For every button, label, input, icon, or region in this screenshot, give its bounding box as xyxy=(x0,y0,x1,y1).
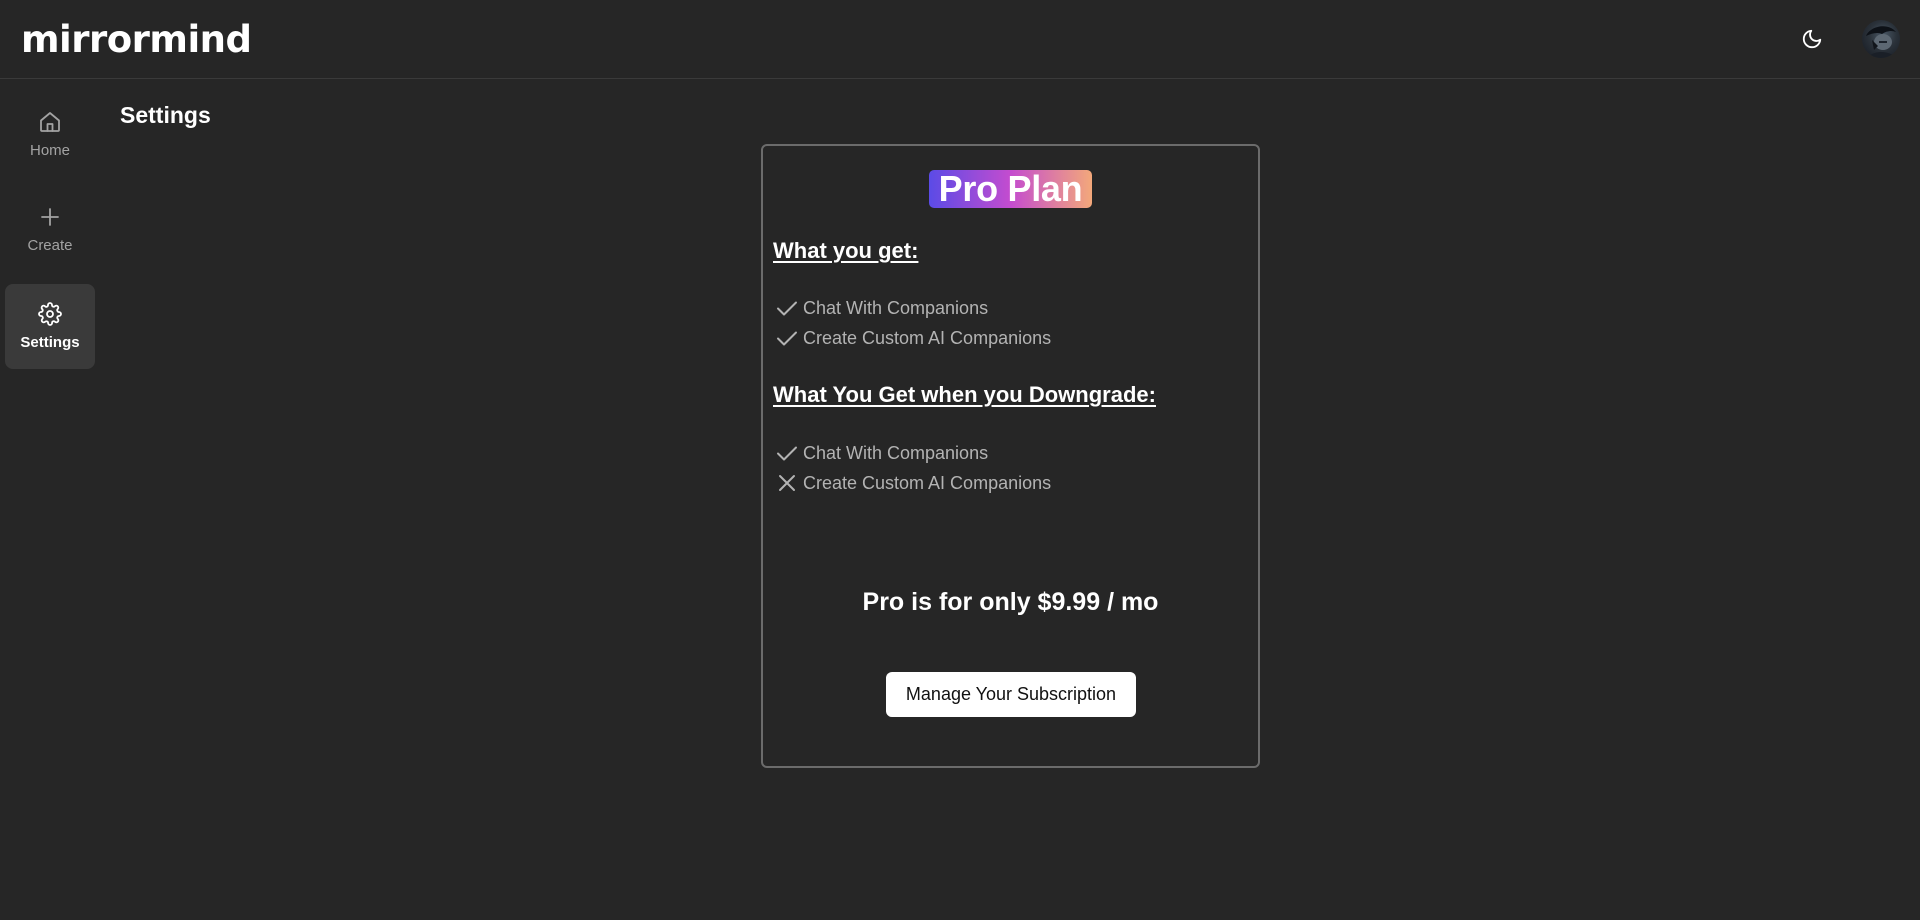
sidebar-item-label: Home xyxy=(29,142,70,159)
theme-toggle-button[interactable] xyxy=(1794,21,1830,57)
feature-item: Create Custom AI Companions xyxy=(775,326,1051,350)
top-bar: mirrormind xyxy=(0,0,1920,79)
sidebar-item-settings[interactable]: Settings xyxy=(5,284,95,369)
sidebar-item-home[interactable]: Home xyxy=(5,92,95,177)
page-title: Settings xyxy=(120,102,211,128)
plus-icon xyxy=(41,208,59,226)
downgrade-heading: What You Get when you Downgrade: xyxy=(773,382,1156,407)
sidebar-item-label: Create xyxy=(27,237,73,254)
sidebar: Home Create Settings xyxy=(0,80,100,920)
check-icon xyxy=(777,446,797,461)
feature-item: Chat With Companions xyxy=(775,441,988,465)
avatar-image xyxy=(1866,26,1896,58)
app-logo[interactable]: mirrormind xyxy=(21,18,252,61)
gear-icon xyxy=(38,302,62,326)
plan-card: Pro Plan What you get: Chat With Compani… xyxy=(761,144,1260,768)
check-icon xyxy=(777,301,797,316)
feature-text: Create Custom AI Companions xyxy=(803,472,1052,493)
manage-subscription-button[interactable]: Manage Your Subscription xyxy=(886,672,1136,717)
sidebar-item-label: Settings xyxy=(20,334,80,351)
x-icon xyxy=(779,475,795,491)
feature-text: Chat With Companions xyxy=(803,442,989,463)
what-you-get-heading: What you get: xyxy=(773,238,919,263)
sidebar-item-create[interactable]: Create xyxy=(5,187,95,272)
feature-text: Create Custom AI Companions xyxy=(803,327,1052,348)
moon-icon xyxy=(1802,29,1822,49)
price-text: Pro is for only $9.99 / mo xyxy=(862,588,1159,616)
user-avatar[interactable] xyxy=(1862,20,1900,58)
plan-badge: Pro Plan xyxy=(928,170,1093,208)
plan-badge-container: Pro Plan xyxy=(763,170,1258,208)
feature-item: Create Custom AI Companions xyxy=(775,471,1051,495)
feature-text: Chat With Companions xyxy=(803,297,989,318)
feature-item: Chat With Companions xyxy=(775,296,988,320)
home-icon xyxy=(40,112,60,132)
header-actions xyxy=(1794,20,1900,58)
check-icon xyxy=(777,331,797,346)
